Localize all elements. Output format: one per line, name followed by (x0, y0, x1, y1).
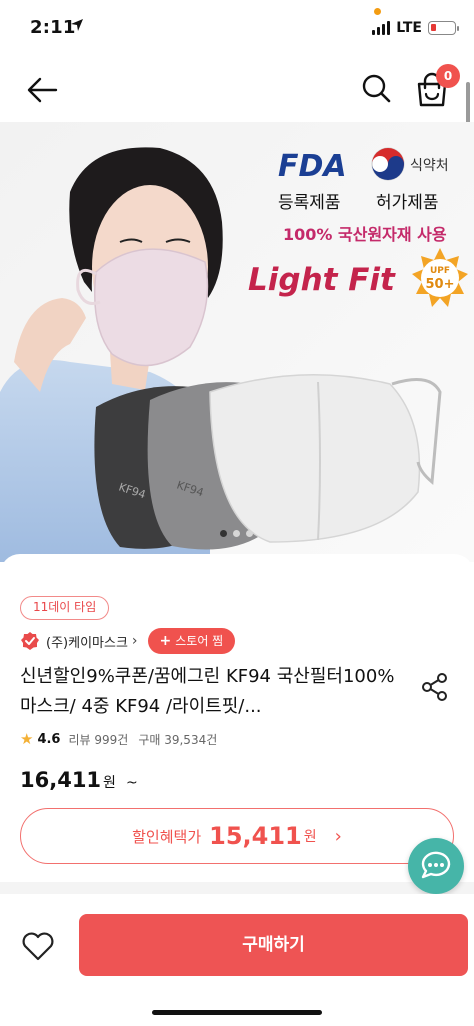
home-indicator (152, 1010, 322, 1015)
discount-price-button[interactable]: 할인혜택가 15,411 원 › (20, 808, 454, 864)
seller-badge-icon (21, 632, 39, 650)
mfds-caption: 허가제품 (376, 193, 439, 213)
fda-caption: 등록제품 (278, 193, 341, 213)
star-icon: ★ (20, 730, 34, 748)
heart-icon[interactable] (20, 928, 56, 964)
discount-unit: 원 (303, 829, 317, 845)
rating-row: ★ 4.6 리뷰 999건 구매 39,534건 (20, 730, 217, 748)
share-icon[interactable] (420, 672, 450, 702)
review-count-link[interactable]: 리뷰 999건 (68, 731, 128, 748)
product-photo: KF94 KF94 FDA 식약처 등록제품 허가제품 100% 국산원자재 사… (0, 122, 474, 562)
privacy-indicator-dot (374, 8, 381, 15)
location-arrow-icon (71, 19, 83, 31)
carousel-dot[interactable] (233, 530, 240, 537)
carousel-dot[interactable] (246, 530, 253, 537)
back-arrow-icon[interactable] (26, 74, 60, 106)
price-value: 16,411 (20, 768, 102, 792)
cart-count-badge: 0 (436, 64, 460, 88)
material-claim: 100% 국산원자재 사용 (283, 225, 447, 244)
status-bar: 2:11 LTE (0, 0, 474, 58)
seller-row: (주)케이마스크 › + 스토어 찜 (20, 628, 236, 654)
white-mask (209, 373, 421, 543)
product-title: 신년할인9%쿠폰/꿈에그린 KF94 국산필터100% 마스크/ 4중 KF94… (20, 666, 395, 717)
battery-icon (428, 21, 459, 35)
price-row: 16,411 원 ~ (20, 768, 138, 792)
price-suffix: ~ (125, 775, 138, 791)
brand-text: Light Fit (248, 262, 396, 298)
product-info-sheet: 11데이 타임 (주)케이마스크 › + 스토어 찜 신년할인9%쿠폰/꿈에그린… (0, 554, 474, 894)
seller-name-link[interactable]: (주)케이마스크 (46, 632, 128, 651)
buy-button[interactable]: 구매하기 (79, 914, 468, 976)
rating-value: 4.6 (37, 731, 61, 747)
status-time: 2:11 (30, 17, 76, 38)
carousel-dot[interactable] (220, 530, 227, 537)
chevron-right-icon: › (334, 825, 342, 847)
store-follow-label: 스토어 찜 (175, 634, 224, 648)
top-nav (0, 58, 474, 122)
svg-text:UPF: UPF (430, 266, 450, 276)
network-label: LTE (396, 20, 422, 36)
discount-label: 할인혜택가 (132, 827, 202, 846)
chevron-right-icon: › (131, 633, 138, 649)
fda-logo: FDA (278, 149, 347, 184)
section-divider (0, 882, 474, 894)
purchase-count: 구매 39,534건 (138, 732, 218, 747)
signal-icon (372, 21, 391, 35)
search-icon[interactable] (360, 72, 392, 106)
chat-icon (421, 851, 451, 879)
product-image-carousel[interactable]: KF94 KF94 FDA 식약처 등록제품 허가제품 100% 국산원자재 사… (0, 122, 474, 562)
chat-button[interactable] (408, 838, 464, 894)
plus-icon: + (159, 633, 172, 649)
mfds-label: 식약처 (410, 158, 449, 174)
bottom-action-bar: 구매하기 (0, 894, 474, 1026)
discount-price: 15,411 (209, 822, 302, 850)
svg-text:50+: 50+ (426, 277, 455, 292)
status-indicators: LTE (372, 20, 459, 36)
price-unit: 원 (103, 775, 116, 791)
store-follow-button[interactable]: + 스토어 찜 (147, 628, 236, 654)
event-chip[interactable]: 11데이 타임 (20, 596, 110, 620)
carousel-dots (220, 530, 253, 537)
